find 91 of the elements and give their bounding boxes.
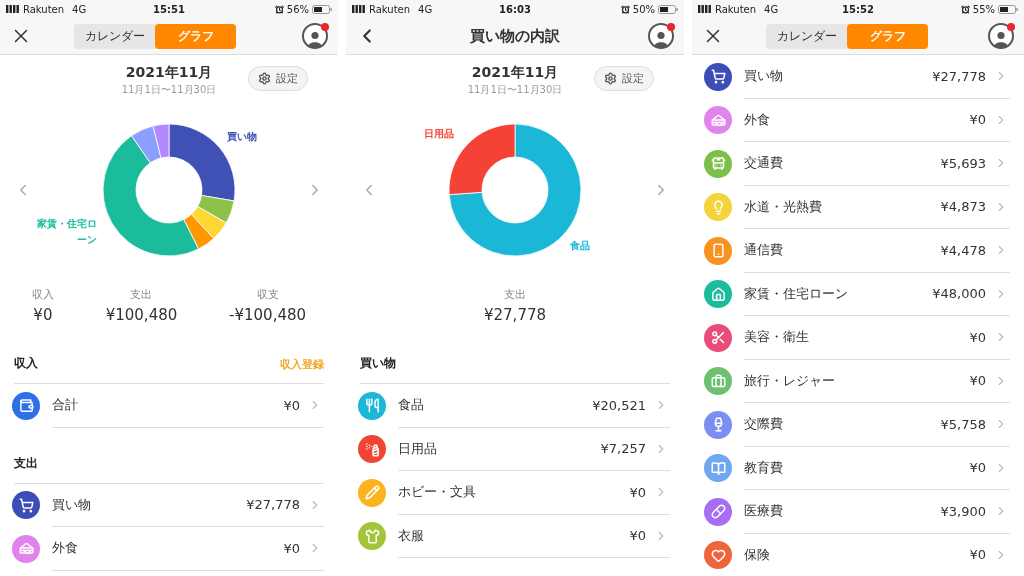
signal-icon: [352, 5, 366, 13]
category-name: 交際費: [744, 415, 784, 434]
battery-icon: [658, 4, 678, 14]
summary-value: ¥27,778: [484, 305, 546, 324]
avatar-button[interactable]: [302, 23, 328, 49]
chart-label: 食品: [569, 238, 591, 253]
category-name: 交通費: [744, 154, 784, 173]
summary-value: ¥100,480: [105, 305, 178, 324]
tab[interactable]: カレンダー: [766, 23, 847, 49]
category-name: 外食: [744, 110, 771, 129]
section-title: 収入: [14, 355, 38, 372]
person-icon: [652, 29, 670, 47]
settings-button[interactable]: 設定: [594, 66, 654, 91]
screen-title: 買い物の内訳: [469, 26, 561, 46]
section-title: 買い物: [360, 355, 396, 372]
battery-percent: 55%: [972, 3, 995, 15]
person-icon: [992, 29, 1010, 47]
clock-time: 15:51: [153, 3, 185, 15]
category-name: 通信費: [744, 241, 784, 260]
category-name: 外食: [52, 539, 79, 558]
alarm-icon: [620, 4, 630, 14]
clock-time: 16:03: [499, 3, 531, 15]
category-name: 衣服: [398, 526, 425, 545]
category-amount: ¥0: [969, 329, 986, 345]
category-amount: ¥0: [969, 112, 986, 128]
category-amount: ¥27,778: [932, 68, 986, 84]
clock-time: 15:52: [842, 3, 874, 15]
category-amount: ¥0: [969, 547, 986, 563]
alarm-icon: [274, 4, 284, 14]
category-amount: ¥0: [969, 373, 986, 389]
carrier-name: Rakuten: [23, 3, 65, 15]
signal-icon: [6, 5, 20, 13]
category-name: 旅行・レジャー: [744, 371, 836, 390]
network-type: 4G: [418, 3, 433, 15]
category-name: 家賃・住宅ローン: [744, 284, 849, 303]
section-title: 支出: [14, 454, 38, 472]
summary-value: ¥0: [33, 305, 53, 324]
category-name: 買い物: [744, 67, 784, 86]
network-type: 4G: [72, 3, 87, 15]
category-amount: ¥4,873: [940, 199, 986, 215]
category-name: 水道・光熱費: [744, 197, 823, 216]
category-amount: ¥5,758: [940, 416, 986, 432]
avatar-button[interactable]: [648, 23, 674, 49]
avatar-button[interactable]: [988, 23, 1014, 49]
category-name: 教育費: [744, 458, 784, 477]
category-name: ホビー・文具: [398, 483, 477, 502]
battery-percent: 56%: [286, 3, 309, 15]
battery-icon: [998, 4, 1018, 14]
person-icon: [306, 29, 324, 47]
category-amount: ¥20,521: [592, 397, 646, 413]
category-amount: ¥0: [629, 528, 646, 544]
summary-label: 支出: [130, 286, 153, 302]
category-amount: ¥4,478: [940, 242, 986, 258]
date-range: 11月1日〜11月30日: [467, 82, 563, 97]
tab[interactable]: カレンダー: [74, 23, 155, 49]
category-amount: ¥0: [283, 397, 300, 413]
alarm-icon: [960, 4, 970, 14]
carrier-name: Rakuten: [369, 3, 411, 15]
category-amount: ¥0: [969, 460, 986, 476]
category-name: 食品: [398, 396, 425, 415]
gear-icon: [258, 72, 271, 85]
category-name: 日用品: [398, 439, 438, 458]
category-name: 美容・衛生: [744, 328, 810, 347]
category-amount: ¥3,900: [940, 503, 986, 519]
chart-label: 買い物: [226, 130, 258, 144]
chart-label: 日用品: [423, 127, 455, 142]
summary-label: 支出: [504, 286, 526, 302]
battery-icon: [312, 4, 332, 14]
month-title: 2021年11月: [125, 63, 213, 82]
battery-percent: 50%: [632, 3, 655, 15]
category-amount: ¥27,778: [246, 497, 300, 513]
settings-button[interactable]: 設定: [248, 66, 308, 91]
carrier-name: Rakuten: [715, 3, 757, 15]
category-name: 合計: [52, 396, 79, 415]
category-amount: ¥0: [283, 540, 300, 556]
chart-label: 家賃・住宅ローン: [35, 216, 97, 247]
category-amount: ¥5,693: [940, 155, 986, 171]
summary-label: 収支: [256, 286, 279, 302]
date-range: 11月1日〜11月30日: [121, 82, 217, 97]
category-amount: ¥48,000: [932, 286, 986, 302]
summary-label: 収入: [31, 286, 54, 302]
gear-icon: [604, 72, 617, 85]
category-name: 医療費: [744, 502, 784, 521]
category-amount: ¥7,257: [600, 441, 646, 457]
month-title: 2021年11月: [471, 63, 559, 82]
signal-icon: [698, 5, 712, 13]
network-type: 4G: [764, 3, 779, 15]
summary-value: -¥100,480: [229, 305, 307, 324]
category-name: 保険: [744, 545, 771, 564]
category-name: 買い物: [52, 495, 92, 514]
category-amount: ¥0: [629, 484, 646, 500]
